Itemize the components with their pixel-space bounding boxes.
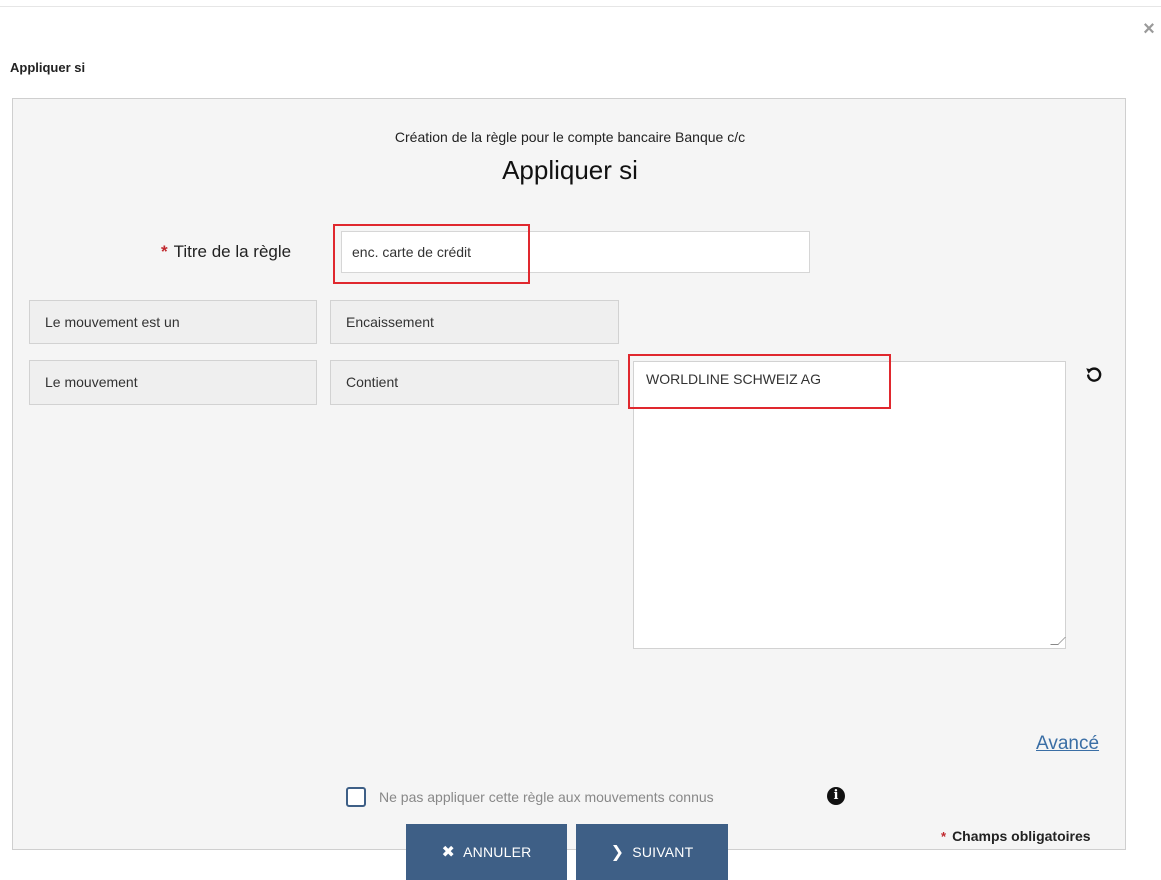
rule-panel: Création de la règle pour le compte banc…: [12, 98, 1126, 850]
condition-field-movement-type[interactable]: Le mouvement est un: [29, 300, 317, 344]
next-button[interactable]: ❯ SUIVANT: [576, 824, 728, 880]
required-fields-note: * Champs obligatoires: [941, 828, 1091, 844]
cancel-button-label: ANNULER: [463, 844, 532, 860]
chevron-right-icon: ❯: [610, 844, 625, 861]
close-x-icon: ✖: [441, 844, 456, 861]
cancel-button[interactable]: ✖ ANNULER: [406, 824, 567, 880]
condition-field-movement[interactable]: Le mouvement: [29, 360, 317, 405]
next-button-label: SUIVANT: [632, 844, 694, 860]
rule-title-label: * Titre de la règle: [161, 242, 291, 262]
condition-value-textarea[interactable]: WORLDLINE SCHWEIZ AG: [633, 361, 1066, 649]
required-note-star: *: [941, 829, 947, 844]
info-icon[interactable]: i: [827, 787, 845, 805]
panel-subtitle: Création de la règle pour le compte banc…: [394, 129, 746, 145]
required-star: *: [161, 242, 168, 261]
required-note-text: Champs obligatoires: [952, 828, 1091, 844]
top-divider: [0, 6, 1161, 7]
condition-operator-movement-type[interactable]: Encaissement: [330, 300, 619, 344]
advanced-link[interactable]: Avancé: [1036, 733, 1099, 755]
close-icon[interactable]: ×: [1140, 19, 1158, 39]
reset-icon[interactable]: [1085, 365, 1103, 383]
known-movements-checkbox[interactable]: [346, 787, 366, 807]
rule-title-input[interactable]: enc. carte de crédit: [341, 231, 810, 273]
rule-title-label-text: Titre de la règle: [173, 242, 292, 261]
dialog-heading: Appliquer si: [10, 60, 86, 75]
resize-grip-icon[interactable]: [1050, 637, 1066, 645]
condition-value-text: WORLDLINE SCHWEIZ AG: [646, 371, 822, 387]
known-movements-label: Ne pas appliquer cette règle aux mouveme…: [379, 789, 714, 805]
condition-operator-contains[interactable]: Contient: [330, 360, 619, 405]
panel-title: Appliquer si: [502, 155, 638, 185]
